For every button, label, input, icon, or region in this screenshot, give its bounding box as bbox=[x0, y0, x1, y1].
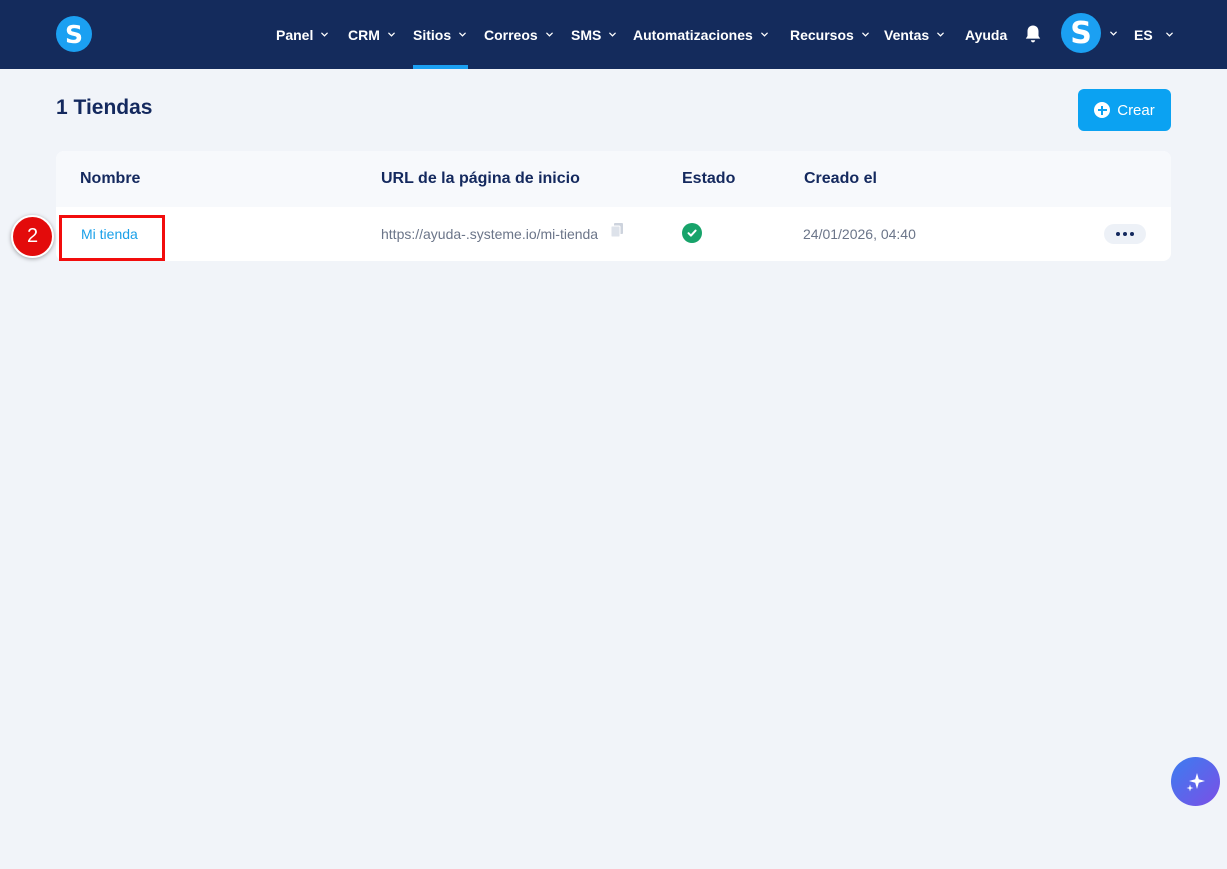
column-header-status: Estado bbox=[682, 170, 736, 187]
store-created-cell: 24/01/2026, 04:40 bbox=[803, 207, 916, 261]
check-circle-icon bbox=[682, 223, 702, 243]
nav-label: Ventas bbox=[884, 26, 930, 43]
nav-item-ventas[interactable]: Ventas bbox=[884, 0, 945, 69]
plus-circle-icon bbox=[1094, 102, 1111, 118]
copy-icon[interactable] bbox=[610, 222, 624, 238]
store-status-cell bbox=[682, 207, 702, 261]
chevron-down-icon bbox=[609, 32, 617, 37]
nav-label: Panel bbox=[276, 26, 314, 43]
column-header-created: Creado el bbox=[804, 170, 877, 187]
chevron-down-icon bbox=[459, 32, 466, 37]
chevron-down-icon bbox=[760, 32, 768, 37]
chevron-down-icon bbox=[545, 32, 553, 37]
avatar[interactable]: S bbox=[1061, 13, 1101, 53]
nav-label: Automatizaciones bbox=[633, 26, 753, 43]
stores-table: Nombre URL de la página de inicio Estado… bbox=[56, 151, 1171, 261]
chevron-down-icon bbox=[861, 32, 869, 37]
table-row: Mi tienda https://ayuda-.systeme.io/mi-t… bbox=[56, 207, 1171, 261]
nav-label: Recursos bbox=[790, 26, 854, 43]
top-navigation-bar: S Panel CRM Sitios Correos SMS Automatiz… bbox=[0, 0, 1227, 69]
nav-item-ayuda[interactable]: Ayuda bbox=[965, 0, 1007, 69]
nav-item-correos[interactable]: Correos bbox=[484, 0, 554, 69]
nav-item-panel[interactable]: Panel bbox=[276, 0, 329, 69]
language-label: ES bbox=[1134, 26, 1153, 43]
create-button[interactable]: Crear bbox=[1078, 89, 1171, 131]
language-selector[interactable]: ES bbox=[1134, 0, 1174, 69]
store-url-cell: https://ayuda-.systeme.io/mi-tienda bbox=[381, 207, 624, 261]
create-label: Crear bbox=[1117, 101, 1155, 119]
nav-item-sms[interactable]: SMS bbox=[571, 0, 617, 69]
dot-icon bbox=[1123, 232, 1127, 236]
dot-icon bbox=[1130, 232, 1134, 236]
chevron-down-icon bbox=[321, 32, 329, 37]
nav-label: Sitios bbox=[413, 26, 452, 43]
nav-label: CRM bbox=[348, 26, 380, 43]
ai-assistant-button[interactable] bbox=[1171, 757, 1220, 806]
sparkles-icon bbox=[1186, 772, 1205, 791]
annotation-step-badge: 2 bbox=[11, 215, 54, 258]
nav-item-crm[interactable]: CRM bbox=[348, 0, 396, 69]
bell-icon[interactable] bbox=[1024, 24, 1042, 44]
nav-label: Correos bbox=[484, 26, 538, 43]
column-header-name: Nombre bbox=[80, 170, 141, 187]
chevron-down-icon bbox=[388, 32, 395, 37]
nav-item-sitios[interactable]: Sitios bbox=[413, 0, 468, 69]
store-url: https://ayuda-.systeme.io/mi-tienda bbox=[381, 226, 599, 242]
nav-item-recursos[interactable]: Recursos bbox=[790, 0, 870, 69]
column-header-url: URL de la página de inicio bbox=[381, 170, 580, 187]
chevron-down-icon[interactable] bbox=[1109, 29, 1118, 38]
more-options-button[interactable] bbox=[1104, 224, 1146, 244]
annotation-highlight-box bbox=[59, 215, 165, 261]
page-title: 1 Tiendas bbox=[56, 96, 153, 119]
nav-item-automatizaciones[interactable]: Automatizaciones bbox=[633, 0, 769, 69]
nav-label: Ayuda bbox=[965, 26, 1008, 43]
store-created-date: 24/01/2026, 04:40 bbox=[803, 226, 916, 242]
dot-icon bbox=[1116, 232, 1120, 236]
table-header: Nombre URL de la página de inicio Estado… bbox=[56, 151, 1171, 207]
chevron-down-icon bbox=[1165, 32, 1173, 37]
chevron-down-icon bbox=[937, 32, 944, 37]
nav-label: SMS bbox=[571, 26, 602, 43]
systeme-logo[interactable]: S bbox=[56, 16, 92, 52]
